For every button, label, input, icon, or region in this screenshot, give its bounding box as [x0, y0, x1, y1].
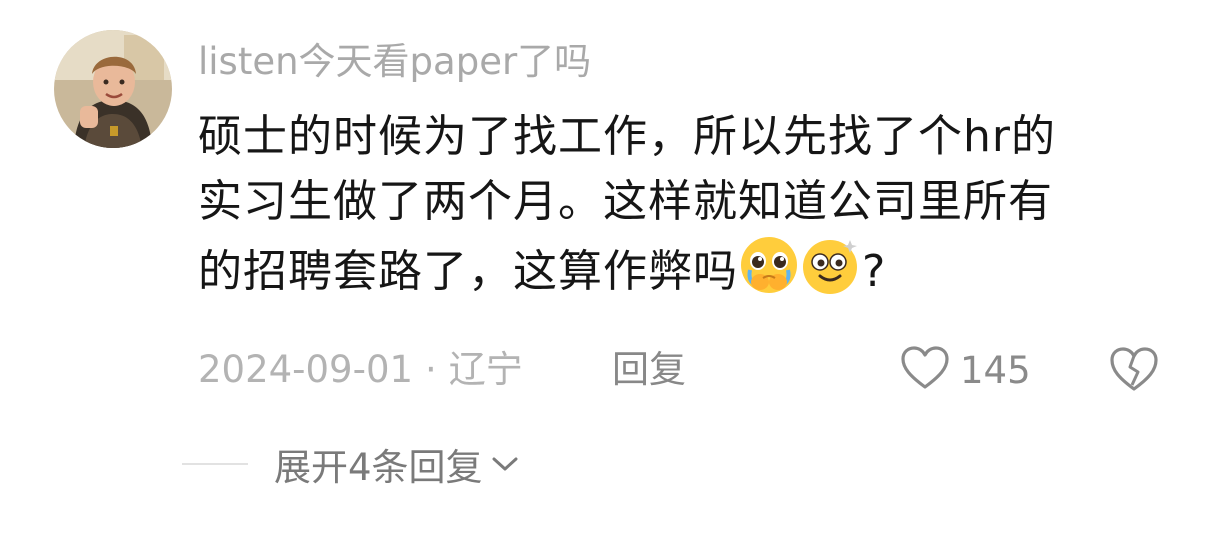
comment-line-last: 的招聘套路了，这算作弊吗 ? [198, 234, 1188, 304]
broken-heart-icon [1108, 347, 1160, 397]
pleading-crying-face-emoji [738, 234, 800, 296]
comment-location: 辽宁 [448, 348, 523, 391]
expand-replies-label: 展开4条回复 [274, 446, 483, 489]
meta-separator: · [425, 348, 437, 391]
question-mark: ? [862, 246, 887, 297]
heart-outline-icon [900, 345, 950, 395]
chevron-down-icon [483, 455, 519, 473]
comment-line: 硕士的时候为了找工作，所以先找了个hr的 [198, 111, 1056, 162]
avatar-photo [54, 30, 172, 148]
expand-replies-button[interactable]: 展开4条回复 [274, 440, 519, 489]
like-count: 145 [960, 348, 1031, 392]
username[interactable]: listen今天看paper了吗 [198, 38, 591, 86]
comment-meta: 2024-09-01 · 辽宁 [198, 346, 523, 394]
replies-divider [182, 463, 248, 465]
comment-line: 实习生做了两个月。这样就知道公司里所有 [198, 176, 1053, 227]
reply-button[interactable]: 回复 [612, 346, 686, 394]
dizzy-smiling-face-emoji [800, 234, 862, 296]
comment-line-text: 的招聘套路了，这算作弊吗 [198, 246, 738, 297]
dislike-button[interactable] [1108, 345, 1160, 397]
avatar[interactable] [54, 30, 172, 148]
like-button[interactable]: 145 [900, 344, 1031, 396]
comment-date: 2024-09-01 [198, 348, 414, 391]
comment-body: 硕士的时候为了找工作，所以先找了个hr的 实习生做了两个月。这样就知道公司里所有… [198, 104, 1188, 304]
